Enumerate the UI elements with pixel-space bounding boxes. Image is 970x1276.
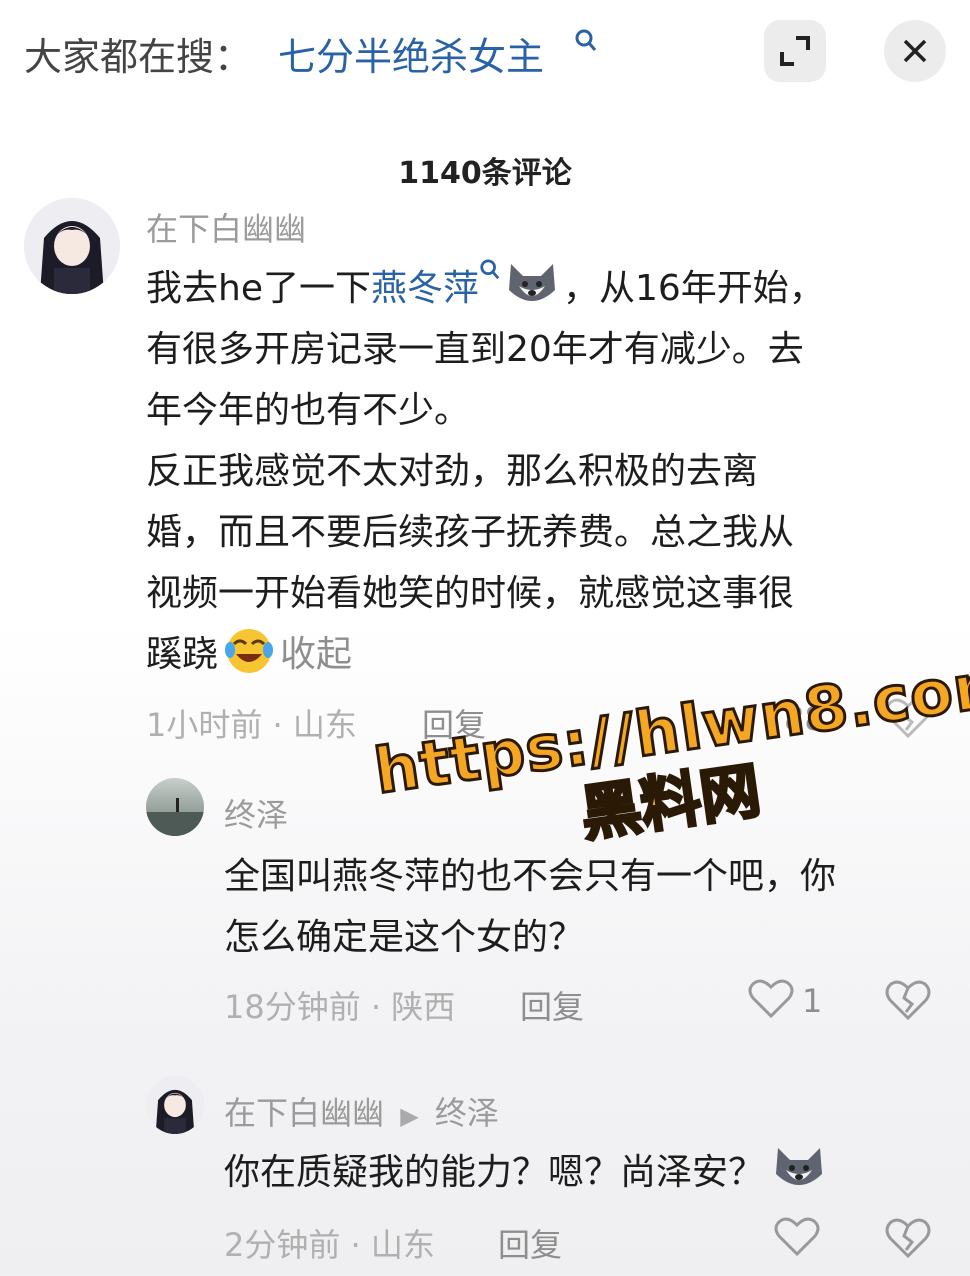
close-button[interactable] <box>884 20 946 82</box>
dislike-button[interactable] <box>884 1216 932 1264</box>
heart-icon <box>774 1217 820 1257</box>
expand-button[interactable] <box>764 20 826 82</box>
broken-heart-icon <box>885 980 931 1021</box>
collapse-button[interactable]: 收起 <box>280 634 352 675</box>
search-icon[interactable] <box>574 28 598 58</box>
avatar[interactable] <box>146 778 204 836</box>
reply-arrow-icon: ▶ <box>400 1102 419 1130</box>
like-button[interactable] <box>774 1216 820 1262</box>
husky-emoji-icon <box>501 264 563 309</box>
comment-text: 全国叫燕冬萍的也不会只有一个吧，你 怎么确定是这个女的？ <box>224 856 837 958</box>
search-icon[interactable] <box>479 259 501 309</box>
avatar[interactable] <box>24 198 120 294</box>
reply-header: 在下白幽幽 ▶ 终泽 <box>224 1088 499 1134</box>
comment-username[interactable]: 在下白幽幽 <box>146 204 306 250</box>
like-button[interactable] <box>748 978 794 1024</box>
husky-emoji-icon <box>764 1148 826 1193</box>
reply-button[interactable]: 回复 <box>520 982 584 1028</box>
heart-icon <box>748 979 794 1019</box>
dislike-button[interactable] <box>884 978 932 1026</box>
comment-count: 1140条评论 <box>398 156 572 191</box>
search-link[interactable]: 燕冬萍 <box>371 268 479 309</box>
laugh-cry-emoji-icon <box>218 629 280 675</box>
comment-meta: 18分钟前 · 陕西 <box>224 988 456 1026</box>
search-suggest-label: 大家都在搜： <box>24 35 253 79</box>
search-suggest-term[interactable]: 七分半绝杀女主 <box>278 26 544 81</box>
comment-meta: 1小时前 · 山东 <box>146 706 357 744</box>
comment-username[interactable]: 在下白幽幽 <box>224 1094 384 1132</box>
comment-text: 你在质疑我的能力？嗯？尚泽安？ <box>224 1142 954 1203</box>
close-icon <box>903 39 927 63</box>
comment-text: 我去he了一下燕冬萍 ，从16年开始， 有很多开房记录一直到20年才有减少。去 年… <box>146 258 946 685</box>
reply-button[interactable]: 回复 <box>498 1220 562 1266</box>
reply-to-username[interactable]: 终泽 <box>435 1094 499 1132</box>
expand-icon <box>780 36 810 66</box>
comment-username[interactable]: 终泽 <box>224 790 288 836</box>
avatar[interactable] <box>146 1076 204 1134</box>
comment-meta: 2分钟前 · 山东 <box>224 1226 435 1264</box>
broken-heart-icon <box>885 1218 931 1259</box>
like-count: 1 <box>802 982 823 1020</box>
